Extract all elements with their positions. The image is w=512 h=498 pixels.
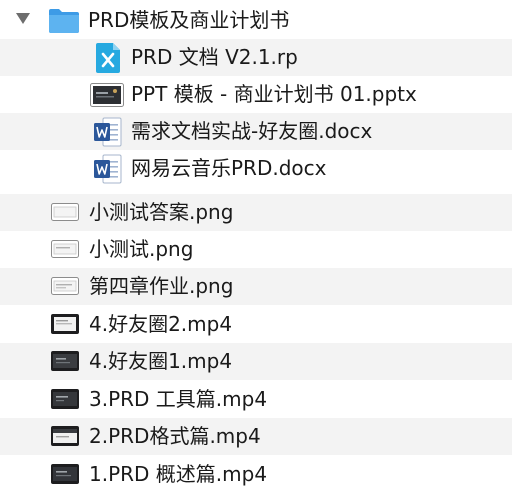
video-thumbnail-icon bbox=[51, 426, 79, 450]
file-name: 需求文档实战-好友圈.docx bbox=[131, 119, 373, 143]
disclosure-triangle-icon[interactable] bbox=[16, 13, 30, 24]
file-row[interactable]: 4.好友圈2.mp4 bbox=[0, 306, 512, 343]
file-name: 网易云音乐PRD.docx bbox=[131, 156, 327, 180]
video-thumbnail-icon bbox=[51, 351, 79, 375]
video-thumbnail-icon bbox=[51, 464, 79, 488]
file-name: 4.好友圈1.mp4 bbox=[89, 349, 233, 373]
file-row[interactable]: 网易云音乐PRD.docx bbox=[0, 150, 512, 187]
word-docx-icon bbox=[94, 117, 122, 151]
file-row[interactable]: 2.PRD格式篇.mp4 bbox=[0, 418, 512, 455]
file-row[interactable]: 需求文档实战-好友圈.docx bbox=[0, 113, 512, 150]
video-thumbnail-icon bbox=[51, 389, 79, 413]
file-row[interactable]: 4.好友圈1.mp4 bbox=[0, 343, 512, 380]
word-docx-icon bbox=[94, 154, 122, 188]
pptx-preview-icon bbox=[90, 83, 124, 111]
file-name: 3.PRD 工具篇.mp4 bbox=[89, 387, 268, 411]
file-row[interactable]: PRD 文档 V2.1.rp bbox=[0, 39, 512, 76]
file-name: 第四章作业.png bbox=[89, 274, 234, 298]
png-thumbnail-icon bbox=[51, 277, 79, 299]
file-list: PRD模板及商业计划书 PRD 文档 V2.1.rp PPT 模板 - 商业计划… bbox=[0, 0, 512, 498]
file-row[interactable]: 1.PRD 概述篇.mp4 bbox=[0, 456, 512, 493]
folder-name: PRD模板及商业计划书 bbox=[88, 8, 290, 32]
file-name: 1.PRD 概述篇.mp4 bbox=[89, 462, 268, 486]
file-name: PRD 文档 V2.1.rp bbox=[131, 45, 298, 69]
png-thumbnail-icon bbox=[51, 203, 79, 225]
file-row[interactable]: PPT 模板 - 商业计划书 01.pptx bbox=[0, 76, 512, 113]
file-row[interactable]: 小测试.png bbox=[0, 231, 512, 268]
video-thumbnail-icon bbox=[51, 314, 79, 338]
png-thumbnail-icon bbox=[51, 240, 79, 262]
file-name: 小测试.png bbox=[89, 237, 194, 261]
file-name: 小测试答案.png bbox=[89, 200, 234, 224]
folder-row[interactable]: PRD模板及商业计划书 bbox=[0, 2, 512, 39]
file-name: 2.PRD格式篇.mp4 bbox=[89, 424, 261, 448]
file-row[interactable]: 3.PRD 工具篇.mp4 bbox=[0, 381, 512, 418]
file-name: PPT 模板 - 商业计划书 01.pptx bbox=[131, 82, 417, 106]
axure-rp-icon bbox=[96, 43, 120, 77]
file-name: 4.好友圈2.mp4 bbox=[89, 312, 233, 336]
file-row[interactable]: 第四章作业.png bbox=[0, 268, 512, 305]
file-row[interactable]: 小测试答案.png bbox=[0, 194, 512, 231]
folder-icon bbox=[48, 6, 80, 38]
